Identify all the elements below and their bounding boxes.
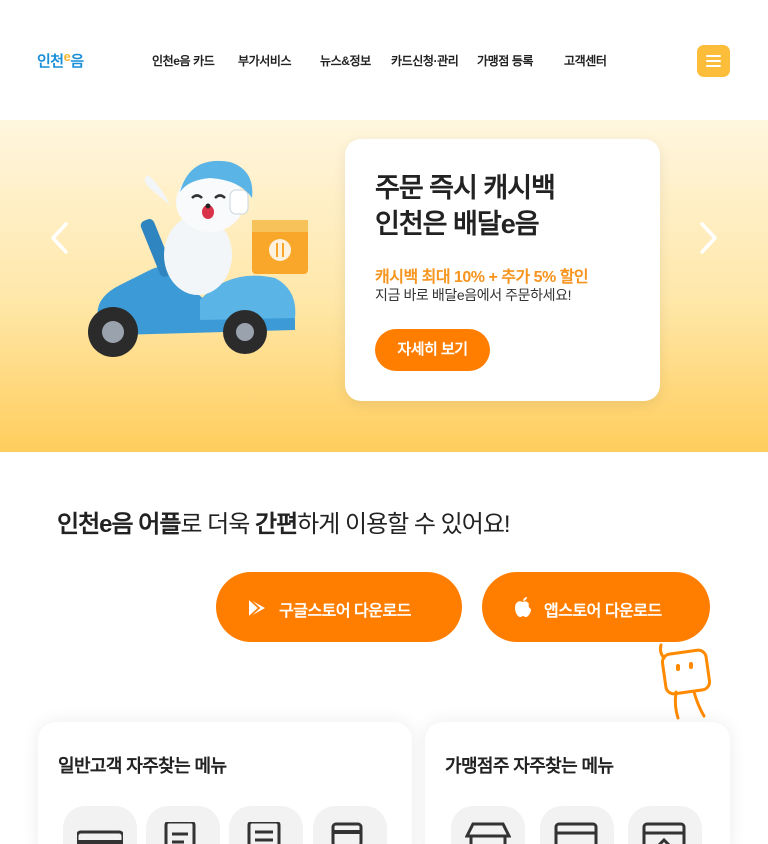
fav-item-web[interactable]: [540, 806, 614, 844]
card-mascot-illustration: [658, 643, 712, 720]
customer-favorites-card: 일반고객 자주찾는 메뉴: [38, 722, 412, 844]
google-store-download-button[interactable]: 구글스토어 다운로드: [216, 572, 462, 642]
nav-card-apply[interactable]: 카드신청·관리: [391, 52, 459, 69]
google-play-icon: [248, 598, 265, 618]
logo[interactable]: 인천e음: [37, 49, 84, 71]
hero-subtitle: 캐시백 최대 10% + 추가 5% 할인: [375, 269, 589, 286]
apple-icon: [515, 597, 531, 617]
app-headline-strong2: 간편: [255, 511, 298, 538]
chevron-left-icon[interactable]: [48, 220, 72, 256]
nav-merchant-register[interactable]: 가맹점 등록: [477, 52, 534, 69]
fav-item-card[interactable]: [63, 806, 137, 844]
customer-favorites-title: 일반고객 자주찾는 메뉴: [58, 756, 227, 776]
hero-promo-card: 주문 즉시 캐시백 인천은 배달e음 캐시백 최대 10% + 추가 5% 할인…: [345, 139, 660, 401]
nav-card[interactable]: 인천e음 카드: [152, 52, 215, 69]
merchant-favorites-card: 가맹점주 자주찾는 메뉴: [425, 722, 730, 844]
hero-title-line1: 주문 즉시 캐시백: [375, 173, 556, 203]
hero-description: 지금 바로 배달e음에서 주문하세요!: [375, 287, 572, 303]
chevron-right-icon[interactable]: [696, 220, 720, 256]
fav-item-store[interactable]: [451, 806, 525, 844]
hero-title-line2: 인천은 배달e음: [375, 209, 540, 239]
browser-window-icon: [554, 822, 598, 844]
hero-banner: 주문 즉시 캐시백 인천은 배달e음 캐시백 최대 10% + 추가 5% 할인…: [0, 120, 768, 452]
document-edit-icon: [164, 822, 196, 844]
seal-scooter-illustration: [88, 160, 308, 357]
hero-title: 주문 즉시 캐시백 인천은 배달e음: [375, 170, 645, 242]
credit-card-icon: [77, 830, 123, 844]
logo-e: e: [63, 49, 71, 64]
app-store-label: 앱스토어 다운로드: [544, 603, 662, 620]
nav-support[interactable]: 고객센터: [564, 52, 607, 69]
hamburger-icon: [706, 55, 721, 57]
logo-text: 인천: [37, 53, 64, 70]
fav-item-application[interactable]: [146, 806, 220, 844]
receipt-icon: [247, 822, 281, 844]
hamburger-icon-line: [706, 65, 721, 67]
app-headline: 인천e음 어플로 더욱 간편하게 이용할 수 있어요!: [57, 504, 511, 539]
store-icon: [465, 822, 511, 844]
browser-home-icon: [642, 822, 686, 844]
app-store-download-button[interactable]: 앱스토어 다운로드: [482, 572, 710, 642]
site-header: 인천e음 인천e음 카드 부가서비스 뉴스&정보 카드신청·관리 가맹점 등록 …: [0, 0, 768, 120]
nav-extra-services[interactable]: 부가서비스: [238, 52, 292, 69]
card-payment-icon: [331, 822, 363, 844]
google-store-label: 구글스토어 다운로드: [279, 603, 411, 620]
nav-news[interactable]: 뉴스&정보: [320, 52, 371, 69]
logo-tail: 음: [70, 53, 84, 70]
fav-item-payment[interactable]: [313, 806, 387, 844]
fav-item-receipt[interactable]: [229, 806, 303, 844]
details-button[interactable]: 자세히 보기: [375, 329, 490, 371]
hamburger-menu-button[interactable]: [697, 45, 730, 77]
fav-item-home[interactable]: [628, 806, 702, 844]
merchant-favorites-title: 가맹점주 자주찾는 메뉴: [445, 756, 614, 776]
app-headline-text1: 로 더욱: [180, 511, 255, 538]
hamburger-icon-line: [706, 60, 721, 62]
app-headline-text2: 하게 이용할 수 있어요!: [297, 511, 510, 538]
app-headline-strong1: 인천e음 어플: [57, 511, 181, 538]
